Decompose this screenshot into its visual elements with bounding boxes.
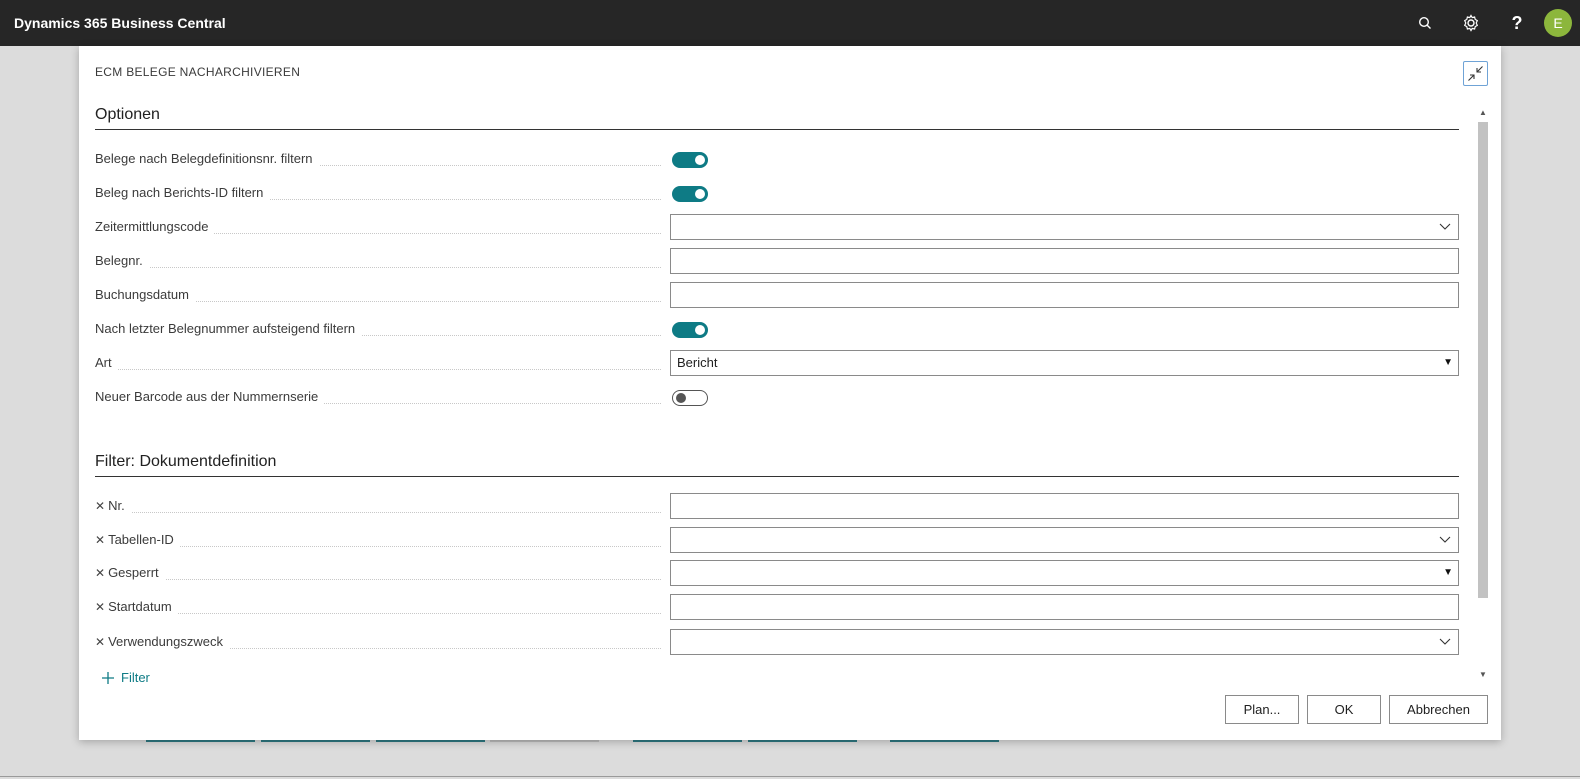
search-icon[interactable] — [1402, 0, 1448, 46]
scrollbar-thumb[interactable] — [1478, 122, 1488, 598]
field-label: Art — [95, 355, 118, 370]
type-select[interactable]: Bericht ▼ — [670, 350, 1459, 376]
plus-icon — [102, 671, 114, 684]
cancel-button[interactable]: Abbrechen — [1389, 695, 1488, 724]
field-label: Belege nach Belegdefinitionsnr. filtern — [95, 151, 319, 166]
scroll-up-icon[interactable]: ▲ — [1479, 108, 1487, 117]
field-row-document-no: Belegnr. — [95, 246, 1459, 276]
field-label: Nach letzter Belegnummer aufsteigend fil… — [95, 321, 362, 336]
section-title-options[interactable]: Optionen — [95, 106, 160, 124]
filter-row-table-id: ✕ Tabellen-ID — [95, 525, 1459, 555]
toggle-filter-by-report-id[interactable] — [672, 186, 708, 202]
field-row-posting-date: Buchungsdatum — [95, 280, 1459, 310]
field-label: Zeitermittlungscode — [95, 219, 215, 234]
field-label: Belegnr. — [95, 253, 149, 268]
scrollbar[interactable]: ▲ ▼ — [1476, 106, 1490, 684]
field-label: Buchungsdatum — [95, 287, 195, 302]
remove-filter-icon[interactable]: ✕ — [95, 499, 105, 513]
scroll-down-icon[interactable]: ▼ — [1479, 670, 1487, 679]
avatar[interactable]: E — [1544, 9, 1572, 37]
table-id-filter-input[interactable] — [670, 527, 1459, 553]
add-filter-link[interactable]: Filter — [101, 670, 150, 684]
section-divider — [95, 129, 1459, 130]
chevron-down-icon[interactable] — [1438, 630, 1452, 654]
filter-row-purpose: ✕ Verwendungszweck — [95, 627, 1459, 657]
filter-row-no: ✕ Nr. — [95, 491, 1459, 521]
collapse-button[interactable] — [1463, 61, 1488, 86]
gear-icon[interactable] — [1448, 0, 1494, 46]
no-filter-input[interactable] — [670, 493, 1459, 519]
toggle-new-barcode[interactable] — [672, 390, 708, 406]
ok-button[interactable]: OK — [1307, 695, 1381, 724]
dialog-content[interactable]: Optionen Belege nach Belegdefinitionsnr.… — [95, 104, 1459, 684]
dialog-title: ECM BELEGE NACHARCHIVIEREN — [95, 65, 301, 79]
field-row-filter-by-definition: Belege nach Belegdefinitionsnr. filtern — [95, 144, 1459, 174]
field-label: Tabellen-ID — [108, 532, 174, 547]
section-divider — [95, 476, 1459, 477]
field-label: Nr. — [108, 498, 125, 513]
toggle-ascending-filter[interactable] — [672, 322, 708, 338]
toggle-filter-by-definition[interactable] — [672, 152, 708, 168]
dropdown-arrow-icon[interactable]: ▼ — [1443, 351, 1453, 375]
filter-row-blocked: ✕ Gesperrt ▼ — [95, 558, 1459, 588]
field-row-filter-by-report-id: Beleg nach Berichts-ID filtern — [95, 178, 1459, 208]
time-code-input[interactable] — [670, 214, 1459, 240]
dialog-footer: Plan... OK Abbrechen — [1225, 695, 1488, 724]
dialog: ECM BELEGE NACHARCHIVIEREN Optionen Bele… — [79, 46, 1501, 740]
field-row-time-code: Zeitermittlungscode — [95, 212, 1459, 242]
field-label: Neuer Barcode aus der Nummernserie — [95, 389, 325, 404]
remove-filter-icon[interactable]: ✕ — [95, 600, 105, 614]
collapse-icon — [1468, 66, 1483, 81]
plan-button[interactable]: Plan... — [1225, 695, 1299, 724]
posting-date-input[interactable] — [670, 282, 1459, 308]
field-label: Verwendungszweck — [108, 634, 223, 649]
field-row-type: Art Bericht ▼ — [95, 348, 1459, 378]
help-icon[interactable]: ? — [1494, 0, 1540, 46]
field-label: Startdatum — [108, 599, 172, 614]
blocked-filter-select[interactable]: ▼ — [670, 560, 1459, 586]
remove-filter-icon[interactable]: ✕ — [95, 635, 105, 649]
document-no-input[interactable] — [670, 248, 1459, 274]
start-date-filter-input[interactable] — [670, 594, 1459, 620]
remove-filter-icon[interactable]: ✕ — [95, 566, 105, 580]
field-label: Gesperrt — [108, 565, 159, 580]
chevron-down-icon[interactable] — [1438, 215, 1452, 239]
field-row-new-barcode: Neuer Barcode aus der Nummernserie — [95, 382, 1459, 412]
field-label: Beleg nach Berichts-ID filtern — [95, 185, 270, 200]
dropdown-arrow-icon[interactable]: ▼ — [1443, 561, 1453, 585]
remove-filter-icon[interactable]: ✕ — [95, 533, 105, 547]
field-row-ascending-filter: Nach letzter Belegnummer aufsteigend fil… — [95, 314, 1459, 344]
chevron-down-icon[interactable] — [1438, 528, 1452, 552]
purpose-filter-input[interactable] — [670, 629, 1459, 655]
section-title-filter[interactable]: Filter: Dokumentdefinition — [95, 453, 276, 471]
background-divider — [0, 776, 1580, 777]
filter-row-start-date: ✕ Startdatum — [95, 592, 1459, 622]
app-title[interactable]: Dynamics 365 Business Central — [0, 15, 1402, 31]
top-bar: Dynamics 365 Business Central ? E — [0, 0, 1580, 46]
